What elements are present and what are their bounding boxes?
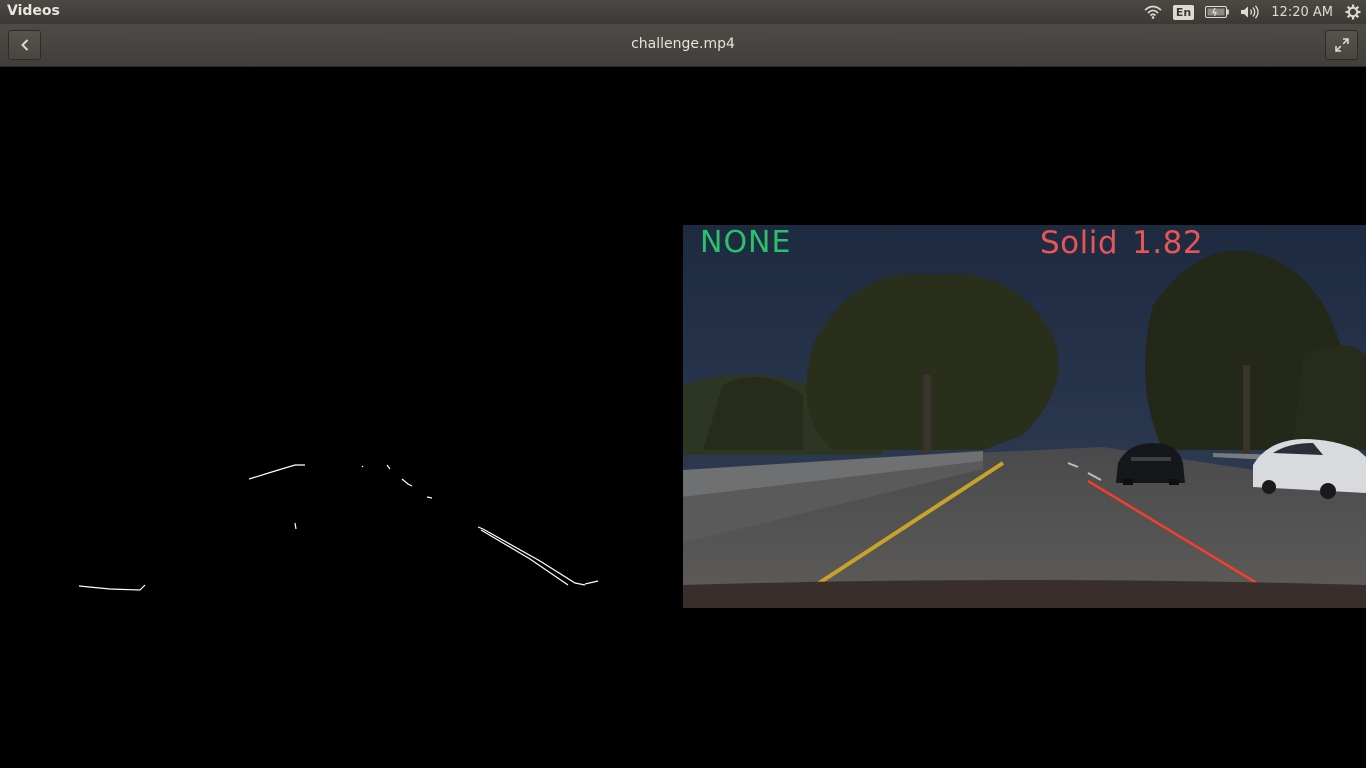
edge-detection-view: [78, 464, 599, 591]
right-lane-type: Solid: [1040, 225, 1119, 261]
fullscreen-icon: [1334, 38, 1349, 52]
road-scene-image: [683, 225, 1366, 608]
clock[interactable]: 12:20 AM: [1271, 5, 1333, 20]
wifi-icon[interactable]: [1144, 0, 1162, 24]
system-tray: En 12:20 AM: [1144, 0, 1366, 24]
app-title: Videos: [7, 3, 60, 19]
right-lane-status: Solid 1.82: [1040, 225, 1217, 261]
left-lane-status: NONE: [700, 225, 792, 260]
fullscreen-button[interactable]: [1325, 30, 1358, 60]
volume-icon[interactable]: [1240, 0, 1260, 24]
keyboard-layout-label: En: [1172, 4, 1195, 20]
battery-icon[interactable]: [1205, 0, 1230, 24]
road-camera-frame: NONE Solid 1.82: [683, 225, 1366, 608]
gear-icon[interactable]: [1345, 0, 1361, 24]
keyboard-layout-indicator[interactable]: En: [1172, 0, 1195, 24]
video-title: challenge.mp4: [631, 36, 735, 52]
top-panel: Videos En 12:20 AM: [0, 0, 1366, 24]
header-bar: challenge.mp4: [0, 24, 1366, 67]
video-canvas[interactable]: NONE Solid 1.82: [0, 67, 1366, 768]
white-car: [1253, 439, 1366, 499]
right-lane-value: 1.82: [1132, 225, 1204, 261]
